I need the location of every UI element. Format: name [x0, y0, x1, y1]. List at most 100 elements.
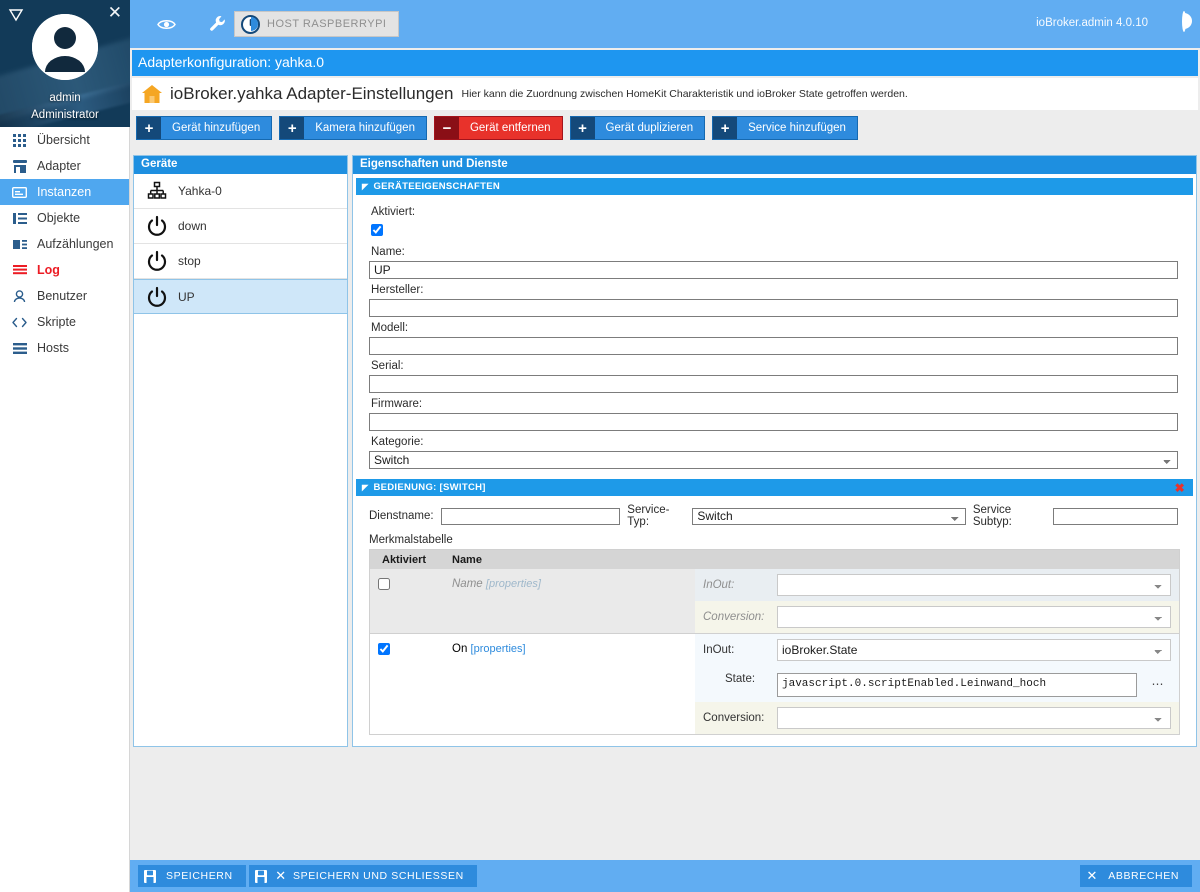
service-settings-row: Dienstname: Service-Typ: Switch Service … — [353, 496, 1196, 528]
sidebar-item-label: Objekte — [37, 211, 81, 225]
avatar[interactable] — [32, 14, 98, 80]
sidebar-item-adapter[interactable]: Adapter — [0, 153, 129, 179]
sidebar-item-label: Übersicht — [37, 133, 90, 147]
plus-icon: + — [713, 117, 738, 139]
row-properties-link[interactable]: [properties] — [471, 643, 526, 655]
add-camera-button[interactable]: + Kamera hinzufügen — [279, 116, 427, 140]
iobroker-logo-icon — [241, 14, 260, 34]
grid-icon — [11, 133, 28, 147]
top-bar: HOST RASPBERRYPI ioBroker.admin 4.0.10 — [130, 0, 1200, 48]
add-device-button[interactable]: + Gerät hinzufügen — [136, 116, 273, 140]
row-enabled-checkbox[interactable] — [378, 578, 390, 590]
properties-panel-title: Eigenschaften und Dienste — [353, 156, 1196, 174]
wrench-icon[interactable] — [206, 13, 230, 35]
service-name-field[interactable] — [440, 507, 621, 525]
device-properties-section-label: GERÄTEEIGENSCHAFTEN — [373, 181, 501, 192]
home-icon — [140, 82, 164, 106]
firmware-field[interactable] — [369, 413, 1178, 431]
admin-version-label: ioBroker.admin 4.0.10 — [1036, 17, 1148, 29]
conversion-select[interactable] — [777, 606, 1171, 628]
device-toolbar: + Gerät hinzufügen + Kamera hinzufügen −… — [136, 116, 858, 140]
close-x-icon: ✕ — [275, 868, 287, 883]
list-item[interactable]: stop — [134, 244, 347, 279]
sidebar-item-label: Hosts — [37, 341, 69, 355]
floppy-disk-icon — [138, 869, 162, 883]
duplicate-device-label: Gerät duplizieren — [605, 122, 694, 134]
table-row-left: On [properties] — [370, 634, 695, 734]
table-row-right: InOut: Conversion: — [695, 569, 1179, 633]
ellipsis-button-icon[interactable]: ⋯ — [1145, 673, 1171, 695]
characteristics-table: Aktiviert Name Name [properties] InOut: — [369, 549, 1180, 735]
service-subtype-field[interactable] — [1053, 507, 1178, 525]
save-label: SPEICHERN — [166, 870, 233, 882]
list-item[interactable]: Yahka-0 — [134, 174, 347, 209]
row-inout-block: InOut: — [695, 569, 1179, 601]
triangle-collapse-icon: ◤ — [362, 483, 369, 492]
sitemap-icon — [146, 181, 168, 201]
row-enabled-cell — [370, 569, 452, 633]
category-select[interactable]: Switch — [369, 451, 1178, 469]
model-field[interactable] — [369, 337, 1178, 355]
inout-select[interactable]: ioBroker.State — [777, 639, 1171, 661]
save-button[interactable]: SPEICHERN — [138, 865, 246, 887]
close-icon[interactable]: ✕ — [108, 4, 122, 21]
sidebar-item-instanzen[interactable]: Instanzen — [0, 179, 129, 205]
list-item[interactable]: UP — [134, 279, 347, 314]
column-header-name: Name — [452, 553, 482, 566]
row-enabled-checkbox[interactable] — [378, 643, 390, 655]
log-lines-icon — [11, 264, 28, 276]
service-section-header[interactable]: ◤ BEDIENUNG: [SWITCH] ✖ — [356, 479, 1193, 496]
add-service-button[interactable]: + Service hinzufügen — [712, 116, 858, 140]
inout-select[interactable] — [777, 574, 1171, 596]
power-icon — [146, 250, 168, 272]
manufacturer-field[interactable] — [369, 299, 1178, 317]
page-subtitle: Hier kann die Zuordnung zwischen HomeKit… — [461, 87, 908, 100]
table-row-left: Name [properties] — [370, 569, 695, 633]
row-inout-block: InOut: ioBroker.State — [695, 634, 1179, 666]
instances-icon — [11, 186, 28, 198]
duplicate-device-button[interactable]: + Gerät duplizieren — [569, 116, 706, 140]
manufacturer-label: Hersteller: — [371, 284, 424, 296]
eye-icon[interactable] — [154, 13, 178, 35]
name-field[interactable] — [369, 261, 1178, 279]
service-section-label: BEDIENUNG: [SWITCH] — [373, 482, 486, 493]
model-label: Modell: — [371, 322, 409, 334]
enabled-checkbox[interactable] — [371, 224, 383, 236]
adapter-header: ioBroker.yahka Adapter-Einstellungen Hie… — [132, 78, 1198, 110]
column-header-aktiviert: Aktiviert — [382, 553, 427, 566]
plus-icon: + — [570, 117, 595, 139]
sidebar-item-hosts[interactable]: Hosts — [0, 335, 129, 361]
sidebar-item-benutzer[interactable]: Benutzer — [0, 283, 129, 309]
sidebar-item-skripte[interactable]: Skripte — [0, 309, 129, 335]
service-subtype-label: Service Subtyp: — [972, 504, 1012, 528]
serial-field[interactable] — [369, 375, 1178, 393]
sidebar: ✕ admin Administrator Übersicht Adapter … — [0, 0, 130, 892]
sidebar-item-aufzaehlungen[interactable]: Aufzählungen — [0, 231, 129, 257]
row-conversion-block: Conversion: — [695, 601, 1179, 633]
row-enabled-cell — [370, 634, 452, 734]
remove-service-icon[interactable]: ✖ — [1175, 481, 1185, 495]
sidebar-item-objekte[interactable]: Objekte — [0, 205, 129, 231]
table-header-row: Aktiviert Name — [370, 550, 1179, 569]
row-state-block: State: javascript.0.scriptEnabled.Leinwa… — [695, 666, 1179, 702]
device-properties-section-header[interactable]: ◤ GERÄTEEIGENSCHAFTEN — [356, 178, 1193, 195]
sidebar-item-log[interactable]: Log — [0, 257, 129, 283]
list-item-label: UP — [178, 289, 195, 304]
state-field[interactable]: javascript.0.scriptEnabled.Leinwand_hoch — [777, 673, 1137, 697]
list-item[interactable]: down — [134, 209, 347, 244]
save-and-close-label: SPEICHERN UND SCHLIESSEN — [293, 870, 464, 882]
save-and-close-button[interactable]: ✕ SPEICHERN UND SCHLIESSEN — [249, 865, 477, 887]
sidebar-item-label: Aufzählungen — [37, 237, 114, 251]
row-properties-link[interactable]: [properties] — [486, 578, 541, 590]
enabled-label: Aktiviert: — [371, 206, 416, 218]
cancel-button[interactable]: ✕ ABBRECHEN — [1080, 865, 1192, 887]
triangle-down-icon[interactable] — [7, 6, 25, 24]
table-row-right: InOut: ioBroker.State State: javascript.… — [695, 634, 1179, 734]
minus-icon: − — [434, 117, 459, 139]
sidebar-item-uebersicht[interactable]: Übersicht — [0, 127, 129, 153]
service-type-select[interactable]: Switch — [692, 507, 966, 525]
sidebar-userrole: Administrator — [31, 109, 99, 121]
conversion-select[interactable] — [777, 707, 1171, 729]
host-button[interactable]: HOST RASPBERRYPI — [234, 11, 400, 37]
remove-device-button[interactable]: − Gerät entfernen — [433, 116, 563, 140]
